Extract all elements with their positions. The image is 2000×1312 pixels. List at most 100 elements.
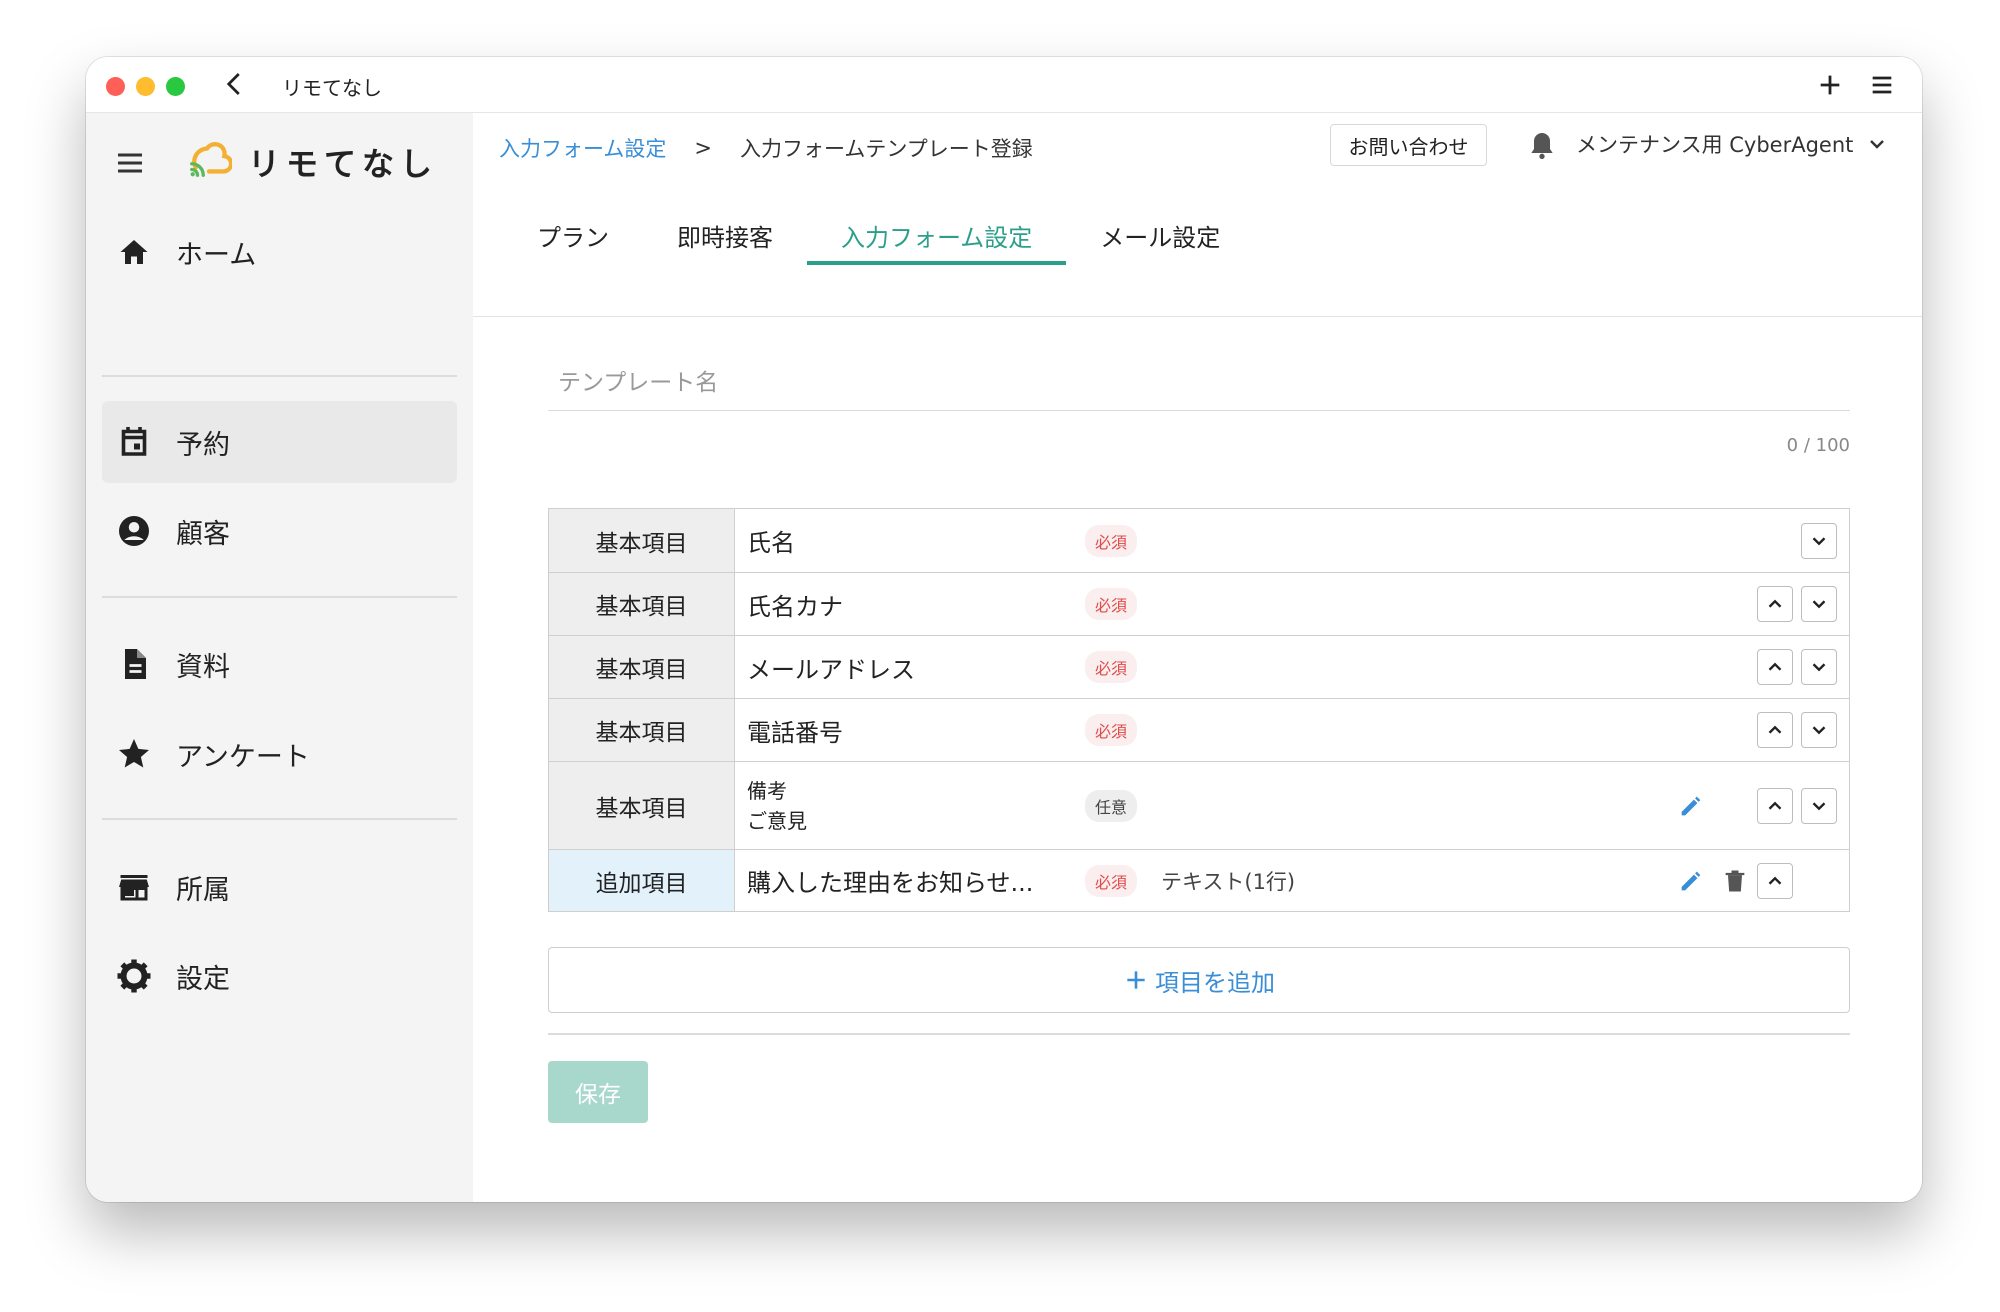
sidebar-item-label: 顧客 (176, 518, 230, 550)
row-category: 基本項目 (549, 636, 735, 698)
move-up-button[interactable] (1757, 649, 1793, 685)
new-tab-icon[interactable] (1816, 71, 1844, 99)
optional-badge: 任意 (1085, 789, 1138, 822)
sidebar-item-home[interactable]: ホーム (102, 211, 457, 293)
trash-icon[interactable] (1721, 867, 1749, 895)
table-row: 基本項目 氏名 必須 (549, 509, 1849, 572)
chevron-up-icon (1768, 725, 1782, 734)
title-bar: リモてなし (86, 57, 1922, 113)
required-badge: 必須 (1085, 651, 1138, 683)
sidebar-item-settings[interactable]: 設定 (102, 935, 457, 1017)
table-row: 基本項目 氏名カナ 必須 (549, 572, 1849, 635)
contact-button[interactable]: お問い合わせ (1330, 124, 1487, 166)
save-button[interactable]: 保存 (548, 1061, 648, 1123)
row-field-type: テキスト(1行) (1161, 869, 1296, 894)
star-icon (119, 739, 149, 768)
table-row: 基本項目 備考 ご意見 任意 (549, 761, 1849, 849)
row-field-name-line: 備考 (747, 778, 787, 803)
user-name: メンテナンス用 CyberAgent (1576, 133, 1854, 157)
chevron-up-icon (1768, 801, 1782, 810)
character-counter: 0 / 100 (1786, 435, 1850, 456)
breadcrumb-separator: > (694, 136, 712, 160)
sidebar-item-label: アンケート (176, 741, 310, 773)
row-category: 基本項目 (549, 573, 735, 635)
action-spacer (1713, 788, 1749, 824)
chevron-down-icon (1870, 140, 1885, 149)
required-badge: 必須 (1085, 714, 1138, 746)
main-content: 0 / 100 基本項目 氏名 必須 基本項目 氏名カナ 必須 (473, 317, 1922, 1202)
chevron-up-icon (1768, 876, 1782, 885)
move-down-button[interactable] (1801, 649, 1837, 685)
window-menu-icon[interactable] (1868, 71, 1896, 99)
table-row: 基本項目 電話番号 必須 (549, 698, 1849, 761)
move-down-button[interactable] (1801, 586, 1837, 622)
sidebar-item-reservation[interactable]: 予約 (102, 401, 457, 483)
sidebar-divider (102, 818, 457, 820)
row-category: 基本項目 (549, 509, 735, 572)
row-field-name: 電話番号 (747, 718, 843, 747)
sidebar-item-customer[interactable]: 顧客 (102, 490, 457, 572)
move-up-button[interactable] (1757, 712, 1793, 748)
chevron-down-icon (1812, 726, 1826, 735)
required-badge: 必須 (1085, 864, 1138, 897)
chevron-up-icon (1768, 662, 1782, 671)
sidebar-item-documents[interactable]: 資料 (102, 623, 457, 705)
action-spacer (1801, 863, 1837, 899)
breadcrumb: 入力フォーム設定 > 入力フォームテンプレート登録 (499, 133, 1033, 163)
sidebar-divider (102, 375, 457, 377)
move-up-button[interactable] (1757, 586, 1793, 622)
template-name-input[interactable] (548, 355, 1850, 411)
table-row: 追加項目 購入した理由をお知らせ... 必須 テキスト(1行) (549, 849, 1849, 911)
chevron-down-icon (1812, 801, 1826, 810)
move-down-button[interactable] (1801, 712, 1837, 748)
logo-icon (190, 142, 232, 177)
row-category: 追加項目 (549, 850, 735, 911)
chevron-up-icon (1768, 599, 1782, 608)
user-menu[interactable]: メンテナンス用 CyberAgent (1576, 129, 1889, 159)
minimize-window-button[interactable] (136, 77, 155, 96)
row-field-name: 氏名カナ (747, 592, 843, 621)
plus-icon (1127, 971, 1145, 989)
edit-icon[interactable] (1677, 867, 1705, 895)
tab-bar: プラン 即時接客 入力フォーム設定 メール設定 (503, 209, 1254, 265)
row-field-name: メールアドレス (747, 655, 915, 684)
document-icon (125, 649, 146, 679)
hamburger-menu-icon[interactable] (114, 147, 146, 179)
add-item-button[interactable]: 項目を追加 (548, 947, 1850, 1013)
sidebar-divider (102, 596, 457, 598)
tab-mail-settings[interactable]: メール設定 (1066, 209, 1254, 265)
sidebar-item-label: 資料 (176, 651, 230, 683)
sidebar-item-label: 設定 (176, 963, 230, 995)
logo-text: リモてなし (248, 145, 439, 183)
close-window-button[interactable] (106, 77, 125, 96)
chevron-down-icon (1812, 536, 1826, 545)
move-down-button[interactable] (1801, 787, 1837, 824)
page-header: 入力フォーム設定 > 入力フォームテンプレート登録 お問い合わせ メンテナンス用… (473, 113, 1922, 317)
move-up-button[interactable] (1757, 862, 1793, 899)
add-item-label: 項目を追加 (1155, 968, 1275, 997)
breadcrumb-current: 入力フォームテンプレート登録 (739, 137, 1033, 161)
row-category: 基本項目 (549, 762, 735, 849)
app-window: リモてなし リモてなし ホーム 予約 顧客 資料 アンケート 所属 設定 入力フ… (86, 57, 1922, 1202)
gear-icon (117, 959, 151, 993)
move-down-button[interactable] (1801, 522, 1837, 559)
tab-input-form-settings[interactable]: 入力フォーム設定 (807, 209, 1067, 265)
move-up-button[interactable] (1757, 787, 1793, 824)
account-circle-icon (119, 516, 149, 546)
store-icon (119, 875, 149, 901)
chevron-down-icon (1812, 600, 1826, 609)
tab-plan[interactable]: プラン (503, 209, 643, 265)
tab-instant-service[interactable]: 即時接客 (643, 209, 807, 265)
calendar-icon (121, 427, 147, 456)
maximize-window-button[interactable] (166, 77, 185, 96)
row-field-name: 氏名 (747, 529, 795, 557)
back-icon[interactable] (220, 69, 250, 99)
chevron-down-icon (1812, 663, 1826, 672)
bell-icon[interactable] (1526, 129, 1558, 161)
sidebar-item-survey[interactable]: アンケート (102, 713, 457, 795)
sidebar-item-affiliation[interactable]: 所属 (102, 846, 457, 928)
breadcrumb-link[interactable]: 入力フォーム設定 (499, 133, 666, 163)
edit-icon[interactable] (1677, 792, 1705, 820)
sidebar: リモてなし ホーム 予約 顧客 資料 アンケート 所属 設定 (86, 113, 473, 1202)
required-badge: 必須 (1085, 524, 1138, 557)
